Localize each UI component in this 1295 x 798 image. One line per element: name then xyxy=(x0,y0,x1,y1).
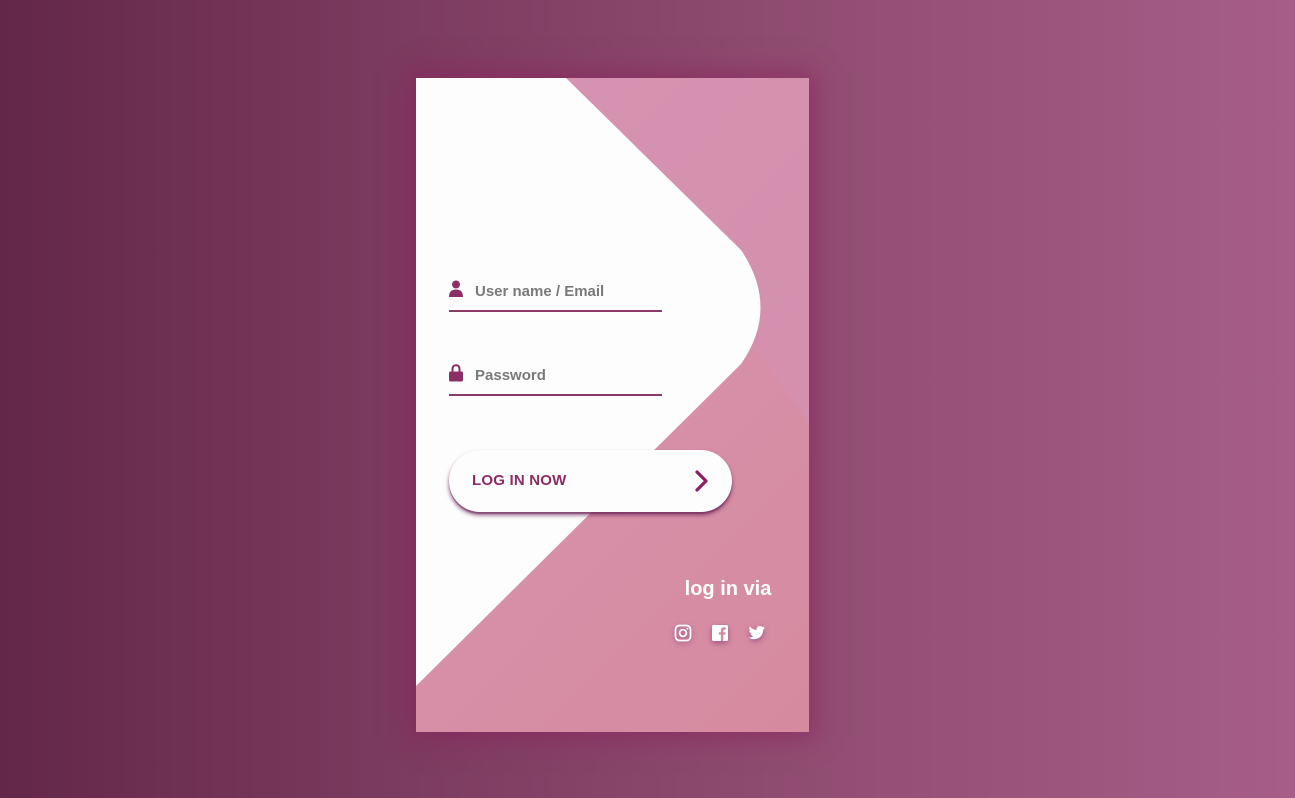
instagram-icon[interactable] xyxy=(674,624,692,642)
social-login-heading: log in via xyxy=(684,578,772,600)
login-button[interactable]: LOG IN NOW xyxy=(449,450,732,512)
user-icon xyxy=(449,280,463,297)
username-input[interactable] xyxy=(475,276,660,306)
facebook-icon[interactable] xyxy=(711,624,729,642)
password-input[interactable] xyxy=(475,360,660,390)
login-card: LOG IN NOW log in via xyxy=(416,78,809,732)
twitter-icon[interactable] xyxy=(748,624,766,642)
login-button-label: LOG IN NOW xyxy=(472,472,567,489)
chevron-right-icon xyxy=(695,470,708,492)
lock-icon xyxy=(449,364,463,382)
password-field xyxy=(449,360,662,396)
username-field xyxy=(449,276,662,312)
